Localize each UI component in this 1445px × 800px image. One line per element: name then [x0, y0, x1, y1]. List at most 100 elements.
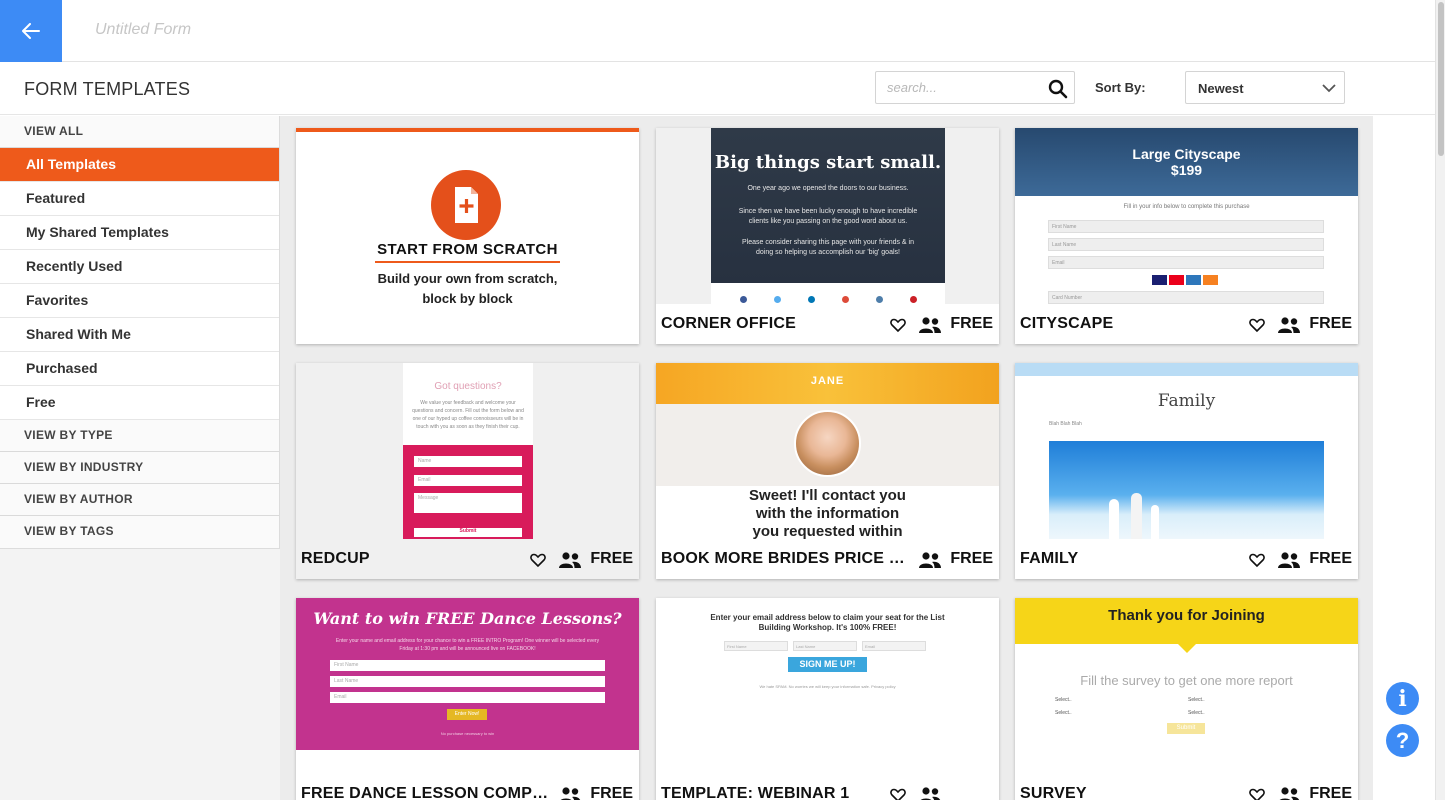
page-header: FORM TEMPLATES Sort By: Newest	[0, 63, 1435, 115]
template-preview: Want to win FREE Dance Lessons? Enter yo…	[296, 598, 639, 800]
template-card-family[interactable]: Family Blah Blah Blah FAMILY FREE	[1015, 363, 1358, 579]
section-view-by-industry[interactable]: VIEW BY INDUSTRY	[0, 452, 279, 484]
shared-users-icon[interactable]	[558, 786, 582, 800]
preview-price: $199	[1170, 162, 1203, 178]
preview-field: Email	[414, 475, 522, 486]
card-title: FAMILY	[1020, 550, 1079, 567]
sidebar-item-featured[interactable]: Featured	[0, 182, 279, 216]
preview-text-line: one of our hyped up coffee connoisseurs …	[412, 416, 524, 422]
card-price: FREE	[1309, 785, 1352, 800]
preview-field: Card Number	[1048, 291, 1324, 304]
preview-heading: Want to win FREE Dance Lessons?	[313, 609, 622, 628]
section-view-all[interactable]: VIEW ALL	[0, 116, 279, 148]
scratch-title: START FROM SCRATCH	[377, 241, 558, 258]
sidebar-item-favorites[interactable]: Favorites	[0, 284, 279, 318]
heart-icon[interactable]	[890, 787, 906, 800]
shared-users-icon[interactable]	[918, 551, 942, 569]
card-footer: FAMILY FREE	[1015, 539, 1358, 579]
twitter-icon	[774, 296, 781, 303]
preview-field: Email	[862, 641, 926, 651]
card-title: REDCUP	[301, 550, 370, 567]
preview-field: Email	[330, 692, 605, 703]
preview-button: Submit	[414, 528, 522, 537]
preview-text-line: touch with you as soon as they finish th…	[416, 424, 520, 430]
preview-heading: Large Cityscape	[1132, 146, 1241, 162]
preview-text-line: questions and concern. Fill out the form…	[412, 408, 524, 414]
facebook-icon	[740, 296, 747, 303]
sort-select[interactable]: Newest	[1185, 71, 1345, 104]
info-button[interactable]: i	[1386, 682, 1419, 715]
heart-icon[interactable]	[1249, 317, 1265, 333]
section-view-by-tags[interactable]: VIEW BY TAGS	[0, 516, 279, 548]
card-price: FREE	[950, 550, 993, 567]
preview-field: Last Name	[793, 641, 857, 651]
card-price: FREE	[590, 785, 633, 800]
shared-users-icon[interactable]	[1277, 551, 1301, 569]
pinterest-icon	[910, 296, 917, 303]
card-title: SURVEY	[1020, 785, 1087, 800]
section-view-by-type[interactable]: VIEW BY TYPE	[0, 420, 279, 452]
shared-users-icon[interactable]	[918, 316, 942, 334]
scratch-underline	[375, 261, 560, 263]
template-card-corner-office[interactable]: Big things start small. One year ago we …	[656, 128, 999, 344]
preview-field: Email	[1048, 256, 1324, 269]
card-footer: REDCUP FREE	[296, 539, 639, 579]
page-scrollbar[interactable]	[1435, 0, 1445, 800]
help-button[interactable]: ?	[1386, 724, 1419, 757]
preview-text: We hate SPAM. No worries we will keep yo…	[759, 684, 896, 689]
card-footer: BOOK MORE BRIDES PRICE QUOTE FREE	[656, 539, 999, 579]
template-card-free-dance-lesson[interactable]: Want to win FREE Dance Lessons? Enter yo…	[296, 598, 639, 800]
preview-button: Submit	[1167, 723, 1205, 734]
search-box[interactable]	[875, 71, 1075, 104]
shared-users-icon[interactable]	[558, 551, 582, 569]
sidebar-item-shared-with-me[interactable]: Shared With Me	[0, 318, 279, 352]
heart-icon[interactable]	[890, 317, 906, 333]
heart-icon[interactable]	[1249, 552, 1265, 568]
sidebar-item-all-templates[interactable]: All Templates	[0, 148, 279, 182]
template-card-webinar[interactable]: Enter your email address below to claim …	[656, 598, 999, 800]
sidebar-item-recently-used[interactable]: Recently Used	[0, 250, 279, 284]
template-card-book-more-brides[interactable]: JANE Sweet! I'll contact you with the in…	[656, 363, 999, 579]
preview-text: doing so helping us accomplish our 'big'…	[756, 249, 900, 256]
template-card-redcup[interactable]: Got questions? We value your feedback an…	[296, 363, 639, 579]
linkedin-icon	[808, 296, 815, 303]
page-title: FORM TEMPLATES	[24, 79, 191, 99]
sidebar-item-my-shared-templates[interactable]: My Shared Templates	[0, 216, 279, 250]
preview-heading-line: Building Workshop. It's 100% FREE!	[758, 623, 897, 632]
back-button[interactable]	[0, 0, 62, 62]
shared-users-icon[interactable]	[1277, 316, 1301, 334]
family-photo	[1049, 441, 1324, 539]
preview-text: Please consider sharing this page with y…	[742, 239, 914, 246]
card-footer: CITYSCAPE FREE	[1015, 304, 1358, 344]
search-icon[interactable]	[1048, 79, 1068, 99]
start-from-scratch-card[interactable]: START FROM SCRATCH Build your own from s…	[296, 128, 639, 344]
preview-text: Blah Blah Blah	[1049, 421, 1082, 427]
shared-users-icon[interactable]	[1277, 786, 1301, 800]
scratch-subtitle-line1: Build your own from scratch,	[377, 271, 558, 286]
sidebar-item-free[interactable]: Free	[0, 386, 279, 420]
preview-heading: Family	[1157, 391, 1216, 411]
social-icons-row	[711, 283, 945, 304]
preview-heading: Enter your email address below to claim …	[656, 613, 999, 633]
shared-users-icon[interactable]	[918, 786, 942, 800]
heart-icon[interactable]	[530, 552, 546, 568]
preview-text-line: Sweet! I'll contact you	[749, 487, 906, 504]
credit-cards-icon	[1152, 275, 1220, 286]
sidebar-item-purchased[interactable]: Purchased	[0, 352, 279, 386]
search-input[interactable]	[876, 72, 1041, 103]
template-card-cityscape[interactable]: Large Cityscape $199 Fill in your info b…	[1015, 128, 1358, 344]
card-footer: CORNER OFFICE FREE	[656, 304, 999, 344]
preview-heading: Big things start small.	[714, 152, 942, 173]
template-card-survey[interactable]: Thank you for Joining Fill the survey to…	[1015, 598, 1358, 800]
heart-icon[interactable]	[1249, 787, 1265, 800]
scratch-subtitle-line2: block by block	[422, 291, 513, 306]
preview-heading: Got questions?	[434, 381, 502, 392]
sort-label: Sort By:	[1095, 80, 1146, 95]
chevron-down-icon	[1322, 84, 1336, 93]
preview-heading-line: Enter your email address below to claim …	[710, 613, 945, 622]
scrollbar-thumb[interactable]	[1438, 2, 1444, 156]
card-footer: SURVEY FREE	[1015, 774, 1358, 800]
form-title[interactable]: Untitled Form	[95, 21, 191, 39]
preview-select: Select..	[1185, 696, 1317, 705]
section-view-by-author[interactable]: VIEW BY AUTHOR	[0, 484, 279, 516]
